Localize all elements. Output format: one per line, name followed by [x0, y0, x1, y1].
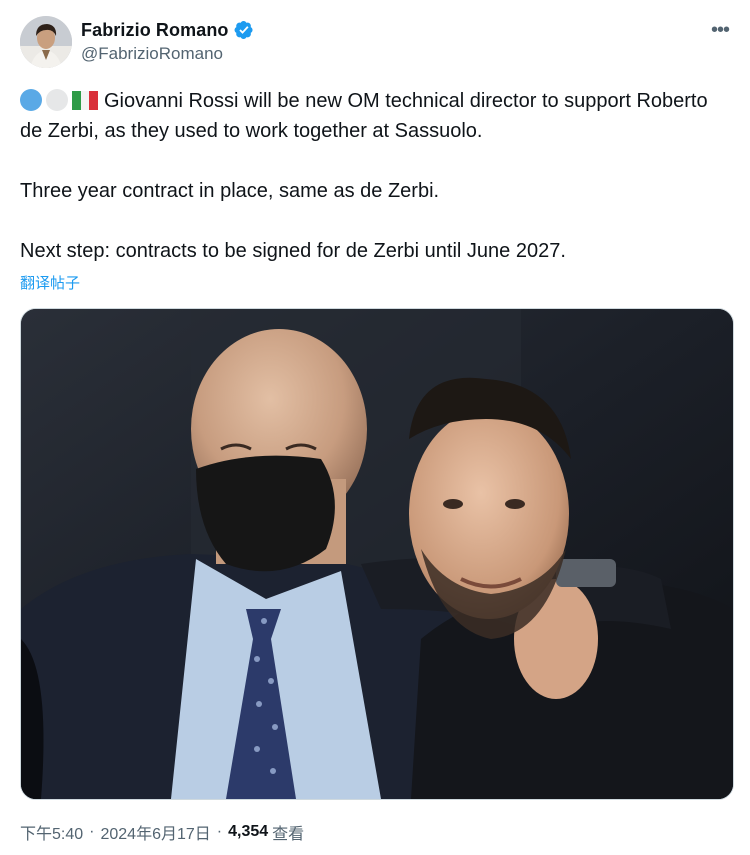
display-name-row: Fabrizio Romano	[81, 18, 254, 42]
italy-flag-emoji	[72, 91, 99, 110]
translate-post-link[interactable]: 翻译帖子	[20, 272, 80, 293]
more-options-icon[interactable]: •••	[708, 19, 732, 41]
tweet-footer: 下午5:40 · 2024年6月17日 · 4,354 查看	[20, 820, 304, 844]
paragraph-1-text: Giovanni Rossi will be new OM technical …	[20, 90, 708, 142]
user-info: Fabrizio Romano @FabrizioRomano	[81, 18, 254, 64]
photo-illustration	[21, 309, 733, 799]
tweet-time[interactable]: 下午5:40	[20, 820, 83, 844]
views-count: 4,354	[228, 823, 269, 840]
tweet-card: Fabrizio Romano @FabrizioRomano ••• Giov…	[0, 0, 750, 855]
blue-circle-emoji	[20, 89, 42, 111]
white-circle-emoji	[46, 89, 68, 111]
display-name[interactable]: Fabrizio Romano	[81, 20, 229, 41]
footer-separator-2: ·	[216, 823, 223, 840]
footer-separator: ·	[89, 823, 95, 840]
handle[interactable]: @FabrizioRomano	[81, 44, 254, 64]
tweet-text: Giovanni Rossi will be new OM technical …	[20, 86, 730, 266]
paragraph-2: Three year contract in place, same as de…	[20, 180, 440, 202]
verified-badge-icon	[234, 21, 253, 39]
tweet-header: Fabrizio Romano @FabrizioRomano •••	[20, 16, 732, 68]
paragraph-3: Next step: contracts to be signed for de…	[20, 240, 566, 262]
paragraph-1: Giovanni Rossi will be new OM technical …	[20, 86, 730, 146]
views-label: 查看	[272, 826, 305, 843]
tweet-date[interactable]: 2024年6月17日	[100, 820, 210, 844]
avatar[interactable]	[20, 16, 72, 68]
tweet-photo[interactable]	[20, 308, 734, 800]
